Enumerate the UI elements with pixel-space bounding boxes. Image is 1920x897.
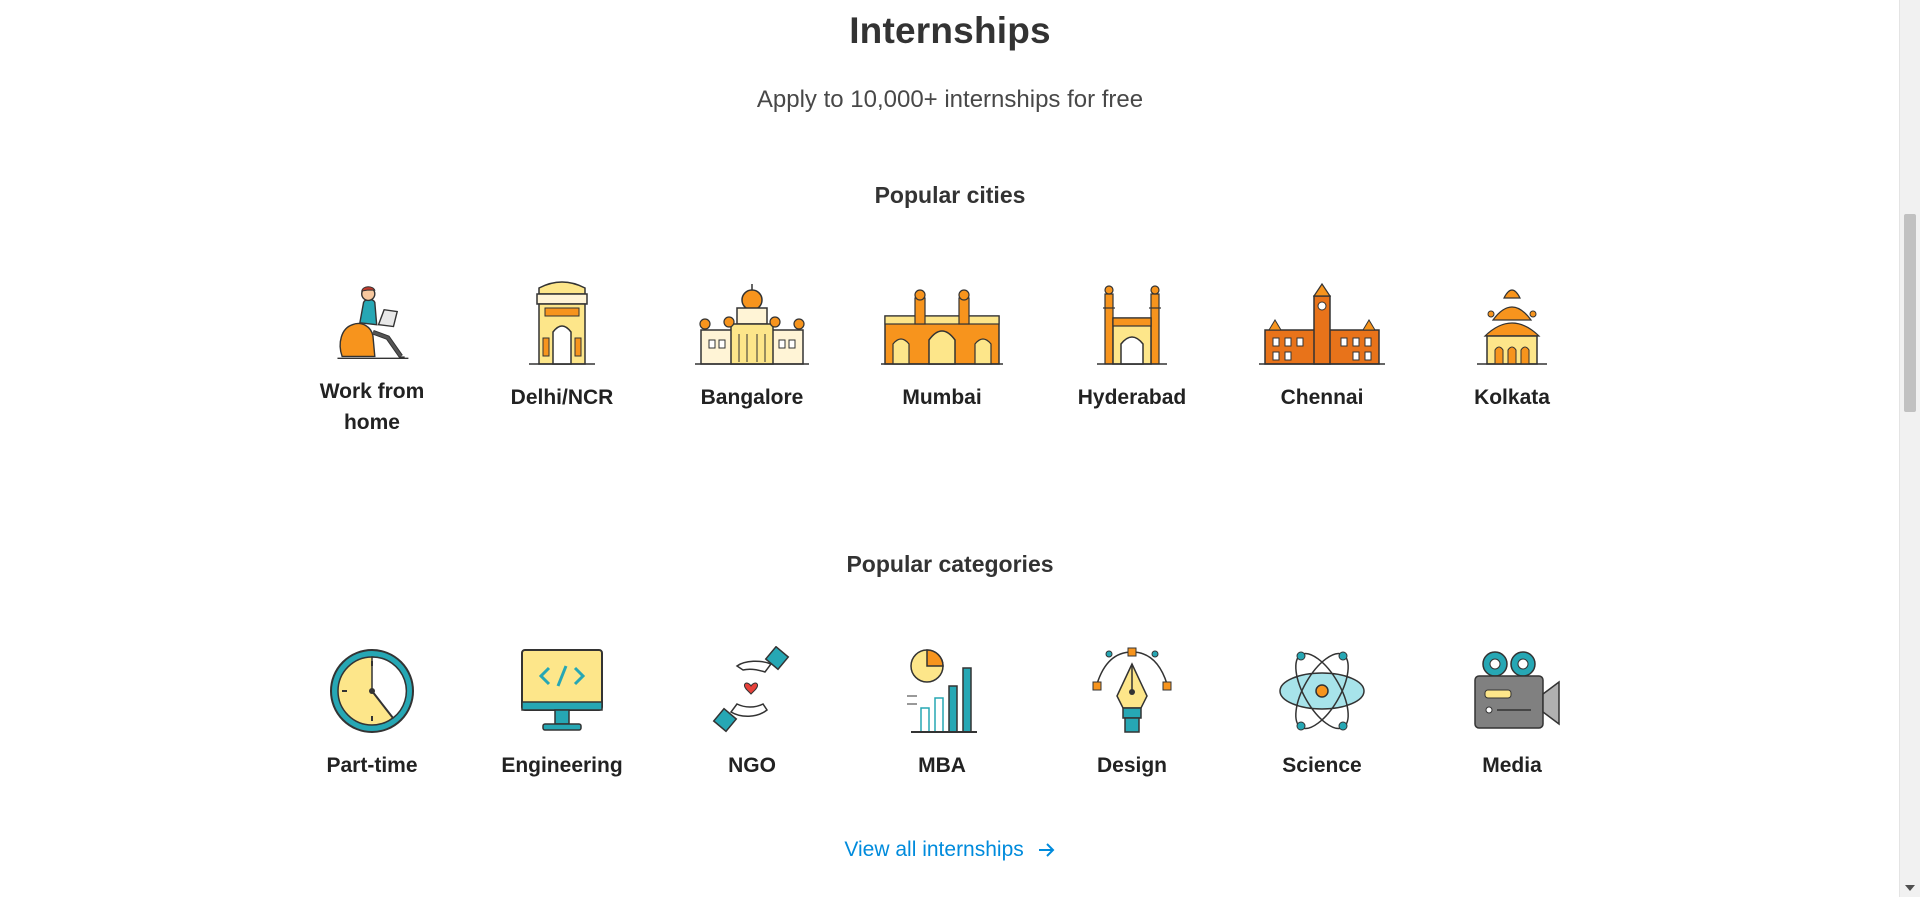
vertical-scrollbar[interactable]: [1899, 0, 1920, 897]
dakshineswar-temple-icon: [1477, 289, 1547, 365]
city-label: Kolkata: [1474, 386, 1550, 409]
category-tile-design[interactable]: Design: [1037, 646, 1227, 806]
city-tile-hyderabad[interactable]: Hyderabad: [1037, 278, 1227, 438]
scroll-down-arrow-icon[interactable]: [1905, 885, 1915, 891]
gateway-of-india-icon: [881, 289, 1003, 365]
work-from-home-icon: [337, 286, 409, 359]
view-all-internships-link[interactable]: View all internships: [0, 838, 1900, 862]
popular-categories-heading: Popular categories: [846, 551, 1054, 577]
popular-categories-grid: Part-time Engineering NGO MBA Design Sci…: [277, 646, 1607, 806]
bar-chart-icon: [907, 649, 977, 733]
category-label: Media: [1482, 754, 1542, 777]
city-tile-delhi-ncr[interactable]: Delhi/NCR: [467, 278, 657, 438]
city-tile-kolkata[interactable]: Kolkata: [1417, 278, 1607, 438]
page: Internships Apply to 10,000+ internships…: [0, 0, 1900, 897]
category-label: NGO: [728, 754, 776, 777]
category-tile-science[interactable]: Science: [1227, 646, 1417, 806]
india-gate-icon: [529, 281, 595, 365]
vidhana-soudha-icon: [695, 284, 809, 365]
atom-icon: [1279, 651, 1365, 731]
category-tile-part-time[interactable]: Part-time: [277, 646, 467, 806]
helping-hands-icon: [712, 646, 790, 733]
video-camera-icon: [1474, 651, 1560, 729]
category-tile-engineering[interactable]: Engineering: [467, 646, 657, 806]
category-label: MBA: [918, 754, 966, 777]
category-label: Engineering: [501, 754, 623, 777]
category-tile-ngo[interactable]: NGO: [657, 646, 847, 806]
city-tile-chennai[interactable]: Chennai: [1227, 278, 1417, 438]
clock-icon: [330, 649, 414, 733]
popular-cities-heading: Popular cities: [874, 182, 1026, 208]
popular-cities-grid: Work from home Delhi/NCR Bangalore Mumba…: [277, 278, 1607, 438]
category-tile-media[interactable]: Media: [1417, 646, 1607, 806]
scrollbar-thumb[interactable]: [1904, 214, 1916, 412]
category-label: Part-time: [326, 754, 418, 777]
city-tile-bangalore[interactable]: Bangalore: [657, 278, 847, 438]
arrow-right-icon: [1038, 843, 1055, 858]
category-label: Design: [1096, 754, 1167, 777]
chennai-central-icon: [1259, 282, 1385, 365]
city-label: Delhi/NCR: [510, 386, 614, 409]
view-all-label: View all internships: [844, 838, 1024, 861]
page-subtitle: Apply to 10,000+ internships for free: [756, 86, 1144, 113]
city-tile-mumbai[interactable]: Mumbai: [847, 278, 1037, 438]
pen-tool-icon: [1092, 647, 1172, 733]
city-label: Hyderabad: [1077, 386, 1187, 409]
city-label: Mumbai: [902, 386, 982, 409]
city-tile-work-from-home[interactable]: Work from home: [277, 278, 467, 438]
city-label: Bangalore: [700, 386, 804, 409]
city-label: Chennai: [1280, 386, 1364, 409]
code-monitor-icon: [521, 649, 603, 731]
category-tile-mba[interactable]: MBA: [847, 646, 1037, 806]
category-label: Science: [1282, 754, 1362, 777]
page-title: Internships: [849, 10, 1051, 51]
city-label: Work from home: [319, 380, 425, 434]
charminar-icon: [1097, 285, 1167, 365]
